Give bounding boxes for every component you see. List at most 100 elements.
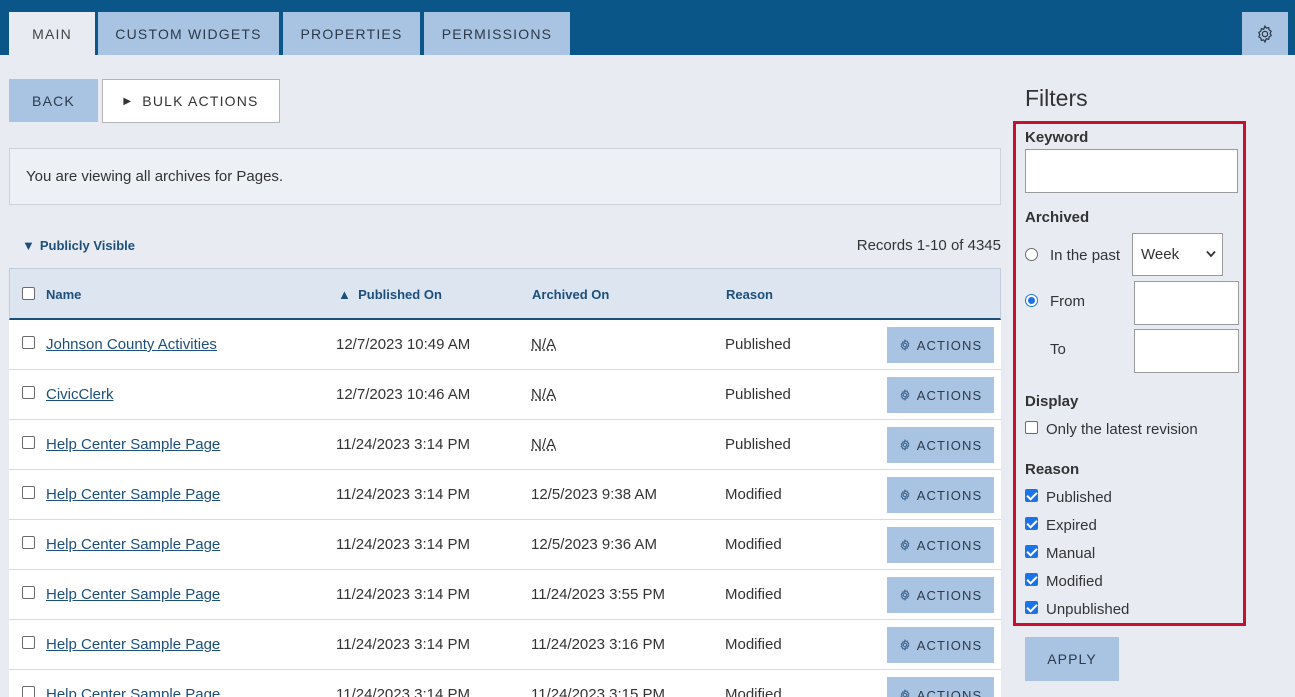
row-published-on: 12/7/2023 10:49 AM (336, 336, 471, 353)
row-published-on: 11/24/2023 3:14 PM (336, 536, 470, 553)
row-name-link[interactable]: Help Center Sample Page (46, 586, 220, 603)
tab-main[interactable]: MAIN (9, 12, 95, 55)
in-the-past-label: In the past (1050, 247, 1121, 264)
row-archived-on: 12/5/2023 9:38 AM (531, 486, 657, 503)
gear-icon (900, 339, 910, 351)
reason-label-unpublished: Unpublished (1046, 601, 1130, 618)
row-actions-label: ACTIONS (916, 537, 983, 553)
row-actions-label: ACTIONS (916, 337, 983, 353)
latest-revision-label: Only the latest revision (1046, 421, 1198, 438)
to-label: To (1050, 341, 1066, 358)
row-reason: Modified (725, 586, 782, 603)
to-date-input[interactable] (1134, 329, 1239, 373)
row-checkbox[interactable] (22, 486, 35, 499)
publicly-visible-label: Publicly Visible (39, 238, 136, 253)
row-checkbox[interactable] (22, 686, 35, 697)
column-name[interactable]: Name (46, 287, 81, 302)
reason-checkbox-unpublished[interactable] (1025, 601, 1038, 614)
reason-checkbox-modified[interactable] (1025, 573, 1038, 586)
row-published-on: 11/24/2023 3:14 PM (336, 436, 470, 453)
row-archived-on: N/A (531, 336, 557, 353)
gear-icon (900, 439, 910, 451)
gear-icon (1258, 24, 1272, 43)
row-name-link[interactable]: Help Center Sample Page (46, 636, 220, 653)
row-actions-label: ACTIONS (916, 387, 983, 403)
row-actions-label: ACTIONS (916, 587, 983, 603)
row-actions-button[interactable]: ACTIONS (887, 377, 994, 413)
row-archived-on: N/A (531, 436, 557, 453)
gear-icon (900, 489, 910, 501)
reason-label: Reason (1025, 461, 1080, 478)
row-actions-button[interactable]: ACTIONS (887, 427, 994, 463)
column-published-on-label: Published On (358, 287, 442, 302)
row-actions-button[interactable]: ACTIONS (887, 527, 994, 563)
row-checkbox[interactable] (22, 336, 35, 349)
table-row: Help Center Sample Page 11/24/2023 3:14 P… (9, 520, 1001, 570)
row-published-on: 11/24/2023 3:14 PM (336, 686, 470, 697)
row-name-link[interactable]: CivicClerk (46, 386, 114, 403)
reason-label-modified: Modified (1046, 573, 1103, 590)
display-label: Display (1025, 393, 1079, 410)
keyword-input[interactable] (1025, 149, 1238, 193)
tab-custom-widgets[interactable]: CUSTOM WIDGETS (98, 12, 279, 55)
column-archived-on[interactable]: Archived On (532, 287, 609, 302)
period-select-value: Week (1141, 246, 1180, 263)
table-row: Johnson County Activities 12/7/2023 10:49… (9, 320, 1001, 370)
triangle-down-icon: ▼ (22, 238, 35, 253)
period-select[interactable]: Week (1132, 233, 1223, 276)
bulk-actions-label: BULK ACTIONS (142, 93, 259, 109)
row-archived-on: 11/24/2023 3:15 PM (531, 686, 665, 697)
row-actions-button[interactable]: ACTIONS (887, 577, 994, 613)
row-archived-on: 11/24/2023 3:55 PM (531, 586, 665, 603)
row-reason: Modified (725, 686, 782, 697)
apply-button[interactable]: APPLY (1025, 637, 1119, 681)
from-date-input[interactable] (1134, 281, 1239, 325)
row-archived-on: 11/24/2023 3:16 PM (531, 636, 665, 653)
row-actions-button[interactable]: ACTIONS (887, 677, 994, 697)
settings-button[interactable] (1242, 12, 1288, 55)
tab-properties[interactable]: PROPERTIES (283, 12, 420, 55)
row-name-link[interactable]: Help Center Sample Page (46, 436, 220, 453)
tab-permissions[interactable]: PERMISSIONS (424, 12, 570, 55)
row-reason: Modified (725, 536, 782, 553)
chevron-down-icon (1206, 250, 1216, 258)
keyword-label: Keyword (1025, 129, 1089, 146)
reason-checkbox-expired[interactable] (1025, 517, 1038, 530)
archived-label: Archived (1025, 209, 1090, 226)
reason-checkbox-manual[interactable] (1025, 545, 1038, 558)
row-checkbox[interactable] (22, 586, 35, 599)
row-name-link[interactable]: Help Center Sample Page (46, 486, 220, 503)
in-the-past-radio[interactable] (1025, 248, 1038, 261)
from-label: From (1050, 293, 1085, 310)
row-checkbox[interactable] (22, 386, 35, 399)
sort-ascending-icon: ▲ (338, 287, 351, 302)
table-row: Help Center Sample Page 11/24/2023 3:14 P… (9, 420, 1001, 470)
row-name-link[interactable]: Help Center Sample Page (46, 686, 220, 697)
back-button[interactable]: BACK (9, 79, 98, 122)
latest-revision-checkbox[interactable] (1025, 421, 1038, 434)
row-name-link[interactable]: Help Center Sample Page (46, 536, 220, 553)
row-archived-on: 12/5/2023 9:36 AM (531, 536, 657, 553)
table-row: CivicClerk 12/7/2023 10:46 AM N/A Published… (9, 370, 1001, 420)
table-header: Name ▲ Published On Archived On Reason (9, 268, 1001, 320)
publicly-visible-toggle[interactable]: ▼ Publicly Visible (22, 238, 135, 253)
table-row: Help Center Sample Page 11/24/2023 3:14 P… (9, 670, 1001, 697)
row-name-link[interactable]: Johnson County Activities (46, 336, 217, 353)
row-actions-button[interactable]: ACTIONS (887, 327, 994, 363)
column-published-on[interactable]: ▲ Published On (338, 287, 442, 302)
from-radio[interactable] (1025, 294, 1038, 307)
column-reason[interactable]: Reason (726, 287, 773, 302)
reason-checkbox-published[interactable] (1025, 489, 1038, 502)
row-checkbox[interactable] (22, 436, 35, 449)
gear-icon (900, 389, 910, 401)
row-checkbox[interactable] (22, 536, 35, 549)
row-actions-button[interactable]: ACTIONS (887, 627, 994, 663)
row-checkbox[interactable] (22, 636, 35, 649)
row-published-on: 11/24/2023 3:14 PM (336, 586, 470, 603)
row-reason: Published (725, 386, 791, 403)
bulk-actions-button[interactable]: ▶ BULK ACTIONS (102, 79, 280, 123)
gear-icon (900, 589, 910, 601)
row-actions-button[interactable]: ACTIONS (887, 477, 994, 513)
select-all-checkbox[interactable] (22, 287, 35, 300)
top-nav-bar: MAIN CUSTOM WIDGETS PROPERTIES PERMISSIO… (0, 0, 1295, 55)
